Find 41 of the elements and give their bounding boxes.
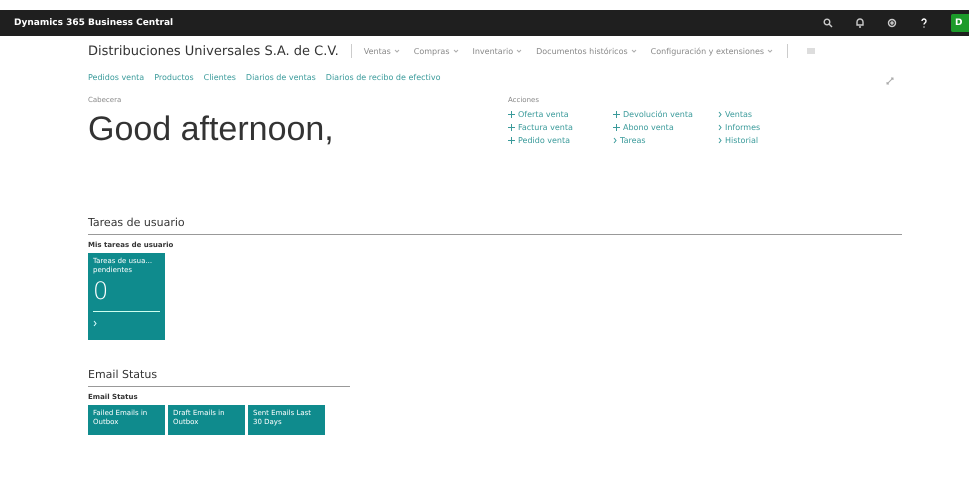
chevron-icon [93,320,97,327]
bell-icon[interactable] [855,18,865,28]
action-link[interactable]: Abono venta [613,123,708,132]
menu-item[interactable]: Documentos históricos [536,46,637,56]
action-link[interactable]: Ventas [718,110,813,119]
app-title[interactable]: Dynamics 365 Business Central [14,18,823,28]
nav-link[interactable]: Productos [154,72,194,82]
search-icon[interactable] [823,18,833,28]
plus-icon [508,124,515,131]
plus-icon [613,111,620,118]
action-link[interactable]: Oferta venta [508,110,603,119]
section-title: Email Status [88,368,350,387]
help-icon[interactable] [919,18,929,28]
plus-icon [613,124,620,131]
section-title: Tareas de usuario [88,216,902,235]
menu-item[interactable]: Compras [414,46,458,56]
action-link[interactable]: Pedido venta [508,136,603,145]
nav-link[interactable]: Pedidos venta [88,72,144,82]
menu-item[interactable]: Ventas [364,46,400,56]
action-link[interactable]: Devolución venta [613,110,708,119]
nav-link[interactable]: Diarios de ventas [246,72,316,82]
action-link[interactable]: Factura venta [508,123,603,132]
menu-item[interactable]: Inventario [472,46,522,56]
chevron-icon [767,49,774,53]
chevron-icon [630,49,637,53]
company-name[interactable]: Distribuciones Universales S.A. de C.V. [88,44,339,58]
plus-icon [508,137,515,144]
nav-link[interactable]: Diarios de recibo de efectivo [326,72,441,82]
action-link[interactable]: Historial [718,136,813,145]
chevron-icon [613,137,617,144]
action-link[interactable]: Tareas [613,136,708,145]
greeting: Good afternoon, [88,110,335,149]
chevron-icon [516,49,522,53]
action-link[interactable]: Informes [718,123,813,132]
plus-icon [508,111,515,118]
chevron-icon [394,49,400,53]
nav-link[interactable]: Clientes [204,72,236,82]
menu-item[interactable]: Configuración y extensiones [650,46,774,56]
user-avatar[interactable]: D [951,14,969,32]
chevron-icon [452,49,458,53]
settings-icon[interactable] [887,18,897,28]
